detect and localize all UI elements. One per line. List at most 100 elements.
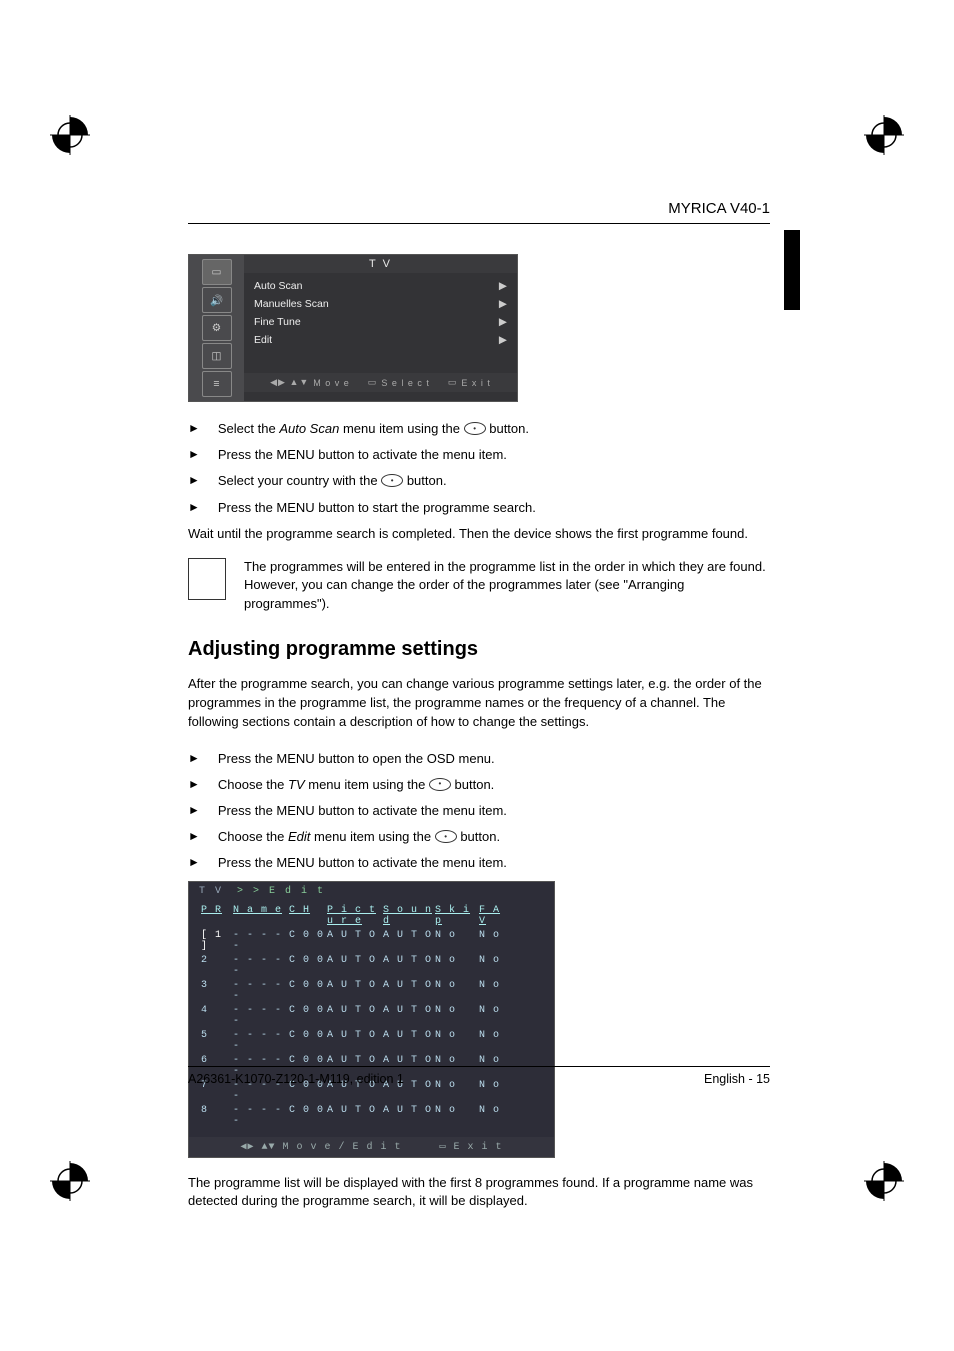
note-block: The programmes will be entered in the pr… (188, 558, 770, 615)
triangle-bullet-icon: ► (188, 828, 200, 846)
cell-name: - - - - - (233, 1104, 289, 1129)
pip-icon: ◫ (202, 343, 232, 369)
column-header: C H (289, 905, 327, 929)
osd-edit-screen: T V > > E d i t P RN a m eC HP i c t u r… (188, 881, 555, 1158)
osd-footer: ◀▶ ▲▼ M o v e ▭ S e l e c t ▭ E x i t (244, 373, 517, 392)
cell-pic: A U T O (327, 1004, 383, 1029)
model-name: MYRICA V40-1 (668, 200, 770, 217)
cell-ch: C 0 0 (289, 1029, 327, 1054)
table-row[interactable]: 8- - - - -C 0 0A U T OA U T ON oN o (201, 1104, 542, 1129)
column-header: P i c t u r e (327, 905, 383, 929)
osd-menu-item[interactable]: Auto Scan▶ (254, 277, 507, 295)
step-item: ► Choose the TV menu item using the butto… (188, 776, 770, 794)
cell-name: - - - - - (233, 929, 289, 954)
triangle-bullet-icon: ► (188, 446, 200, 464)
nav-button-icon (429, 778, 451, 791)
page-header: MYRICA V40-1 (188, 200, 770, 224)
step-item: ►Select the Auto Scan menu item using th… (188, 420, 770, 438)
step-item: ►Press the MENU button to activate the m… (188, 854, 770, 872)
cell-name: - - - - - (233, 1004, 289, 1029)
nav-button-icon (435, 830, 457, 843)
cell-pr: 2 (201, 954, 233, 979)
settings-icon: ⚙ (202, 315, 232, 341)
column-header: S k i p (435, 905, 479, 929)
cell-skip: N o (435, 1029, 479, 1054)
nav-button-icon (464, 422, 486, 435)
section-intro: After the programme search, you can chan… (188, 675, 770, 732)
osd-title: T V (244, 255, 517, 273)
cell-name: - - - - - (233, 979, 289, 1004)
osd-edit-footer: ◀▶ ▲▼ M o v e / E d i t ▭ E x i t (189, 1137, 554, 1157)
move-hint: ◀▶ ▲▼ M o v e (270, 377, 350, 388)
cell-snd: A U T O (383, 929, 435, 954)
table-row[interactable]: 2- - - - -C 0 0A U T OA U T ON oN o (201, 954, 542, 979)
info-icon (188, 558, 226, 600)
osd-menu-item[interactable]: Fine Tune▶ (254, 313, 507, 331)
chevron-right-icon: ▶ (499, 298, 507, 310)
step-text: Select your country with the button. (218, 472, 770, 490)
cell-ch: C 0 0 (289, 954, 327, 979)
exit-hint: ▭ E x i t (448, 377, 491, 388)
table-header-row: P RN a m eC HP i c t u r eS o u n dS k i… (201, 905, 542, 929)
cell-pic: A U T O (327, 979, 383, 1004)
chevron-right-icon: ▶ (499, 334, 507, 346)
step-list: ►Press the MENU button to open the OSD m… (188, 750, 770, 873)
cell-fav: N o (479, 1104, 513, 1129)
table-row[interactable]: [ 1 ]- - - - -C 0 0A U T OA U T ON oN o (201, 929, 542, 954)
cell-skip: N o (435, 1104, 479, 1129)
cell-pr: 3 (201, 979, 233, 1004)
osd-menu-item[interactable]: Edit▶ (254, 331, 507, 349)
source-icon: ≡ (202, 371, 232, 397)
column-header: F A V (479, 905, 513, 929)
cell-pr: [ 1 ] (201, 929, 233, 954)
triangle-bullet-icon: ► (188, 776, 200, 794)
triangle-bullet-icon: ► (188, 750, 200, 768)
wait-text: Wait until the programme search is compl… (188, 525, 770, 544)
cell-ch: C 0 0 (289, 1104, 327, 1129)
cell-skip: N o (435, 954, 479, 979)
cell-snd: A U T O (383, 954, 435, 979)
cell-fav: N o (479, 954, 513, 979)
cell-snd: A U T O (383, 979, 435, 1004)
cell-fav: N o (479, 1029, 513, 1054)
cell-skip: N o (435, 979, 479, 1004)
osd-sidebar: ▭ 🔊 ⚙ ◫ ≡ (189, 255, 244, 401)
step-text: Choose the Edit menu item using the butt… (218, 828, 770, 846)
registration-mark-icon (864, 1161, 904, 1201)
osd-edit-table: P RN a m eC HP i c t u r eS o u n dS k i… (189, 901, 554, 1137)
registration-mark-icon (864, 115, 904, 155)
step-item: ►Press the MENU button to start the prog… (188, 499, 770, 517)
step-item: ►Press the MENU button to open the OSD m… (188, 750, 770, 768)
table-row[interactable]: 4- - - - -C 0 0A U T OA U T ON oN o (201, 1004, 542, 1029)
cell-fav: N o (479, 979, 513, 1004)
cell-fav: N o (479, 1004, 513, 1029)
osd-menu-item[interactable]: Manuelles Scan▶ (254, 295, 507, 313)
cell-snd: A U T O (383, 1104, 435, 1129)
note-text: The programmes will be entered in the pr… (244, 558, 770, 615)
select-hint: ▭ S e l e c t (368, 377, 430, 388)
step-text: Press the MENU button to activate the me… (218, 854, 770, 872)
cell-pr: 5 (201, 1029, 233, 1054)
page-footer: A26361-K1070-Z120-1-M119, edition 1 Engl… (188, 1066, 770, 1086)
cell-name: - - - - - (233, 1029, 289, 1054)
cell-pic: A U T O (327, 1029, 383, 1054)
step-text: Select the Auto Scan menu item using the… (218, 420, 770, 438)
cell-snd: A U T O (383, 1004, 435, 1029)
move-edit-hint: ◀▶ ▲▼ M o v e / E d i t (240, 1141, 401, 1153)
column-header: N a m e (233, 905, 289, 929)
column-header: S o u n d (383, 905, 435, 929)
table-row[interactable]: 5- - - - -C 0 0A U T OA U T ON oN o (201, 1029, 542, 1054)
registration-mark-icon (50, 115, 90, 155)
tv-icon: ▭ (202, 259, 232, 285)
step-item: ►Press the MENU button to activate the m… (188, 802, 770, 820)
table-row[interactable]: 3- - - - -C 0 0A U T OA U T ON oN o (201, 979, 542, 1004)
column-header: P R (201, 905, 233, 929)
step-text: Choose the TV menu item using the button… (218, 776, 770, 794)
cell-ch: C 0 0 (289, 1004, 327, 1029)
registration-mark-icon (50, 1161, 90, 1201)
triangle-bullet-icon: ► (188, 802, 200, 820)
step-text: Press the MENU button to activate the me… (218, 446, 770, 464)
cell-pr: 8 (201, 1104, 233, 1129)
cell-fav: N o (479, 929, 513, 954)
cell-skip: N o (435, 1004, 479, 1029)
